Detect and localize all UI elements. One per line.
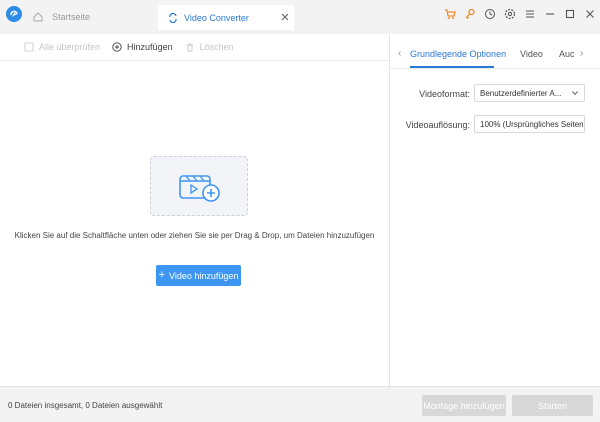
drop-zone[interactable] [150, 156, 248, 216]
tab-video-converter-label: Video Converter [184, 12, 249, 23]
key-icon[interactable] [464, 8, 476, 20]
cart-icon[interactable] [444, 8, 456, 20]
trash-icon [186, 43, 193, 52]
add-montage-button[interactable]: Montage hinzufügen [422, 395, 506, 416]
plus-icon: + [158, 269, 166, 281]
plus-circle-icon [112, 42, 122, 52]
clock-icon[interactable] [484, 8, 496, 20]
drop-hint-text: Klicken Sie auf die Schaltfläche unten o… [14, 231, 375, 240]
close-icon[interactable] [584, 8, 596, 20]
resolution-label: Videoauflösung: [405, 120, 470, 130]
maximize-icon[interactable] [564, 8, 576, 20]
tab-basic-options[interactable]: Grundlegende Optionen [410, 49, 506, 59]
videoformat-value: Benutzerdefinierter A... [480, 88, 562, 98]
menu-icon[interactable] [524, 8, 536, 20]
app-logo [6, 6, 22, 22]
minimize-icon[interactable] [544, 8, 556, 20]
checkbox-icon [24, 42, 34, 52]
close-tab-icon[interactable] [280, 12, 290, 22]
tab-home-label: Startseite [52, 12, 91, 22]
videoformat-label: Videoformat: [419, 89, 470, 99]
options-panel: ‹ Grundlegende Optionen Video Auc › Vide… [390, 34, 600, 386]
start-button[interactable]: Starten [512, 395, 593, 416]
title-bar: Startseite Video Converter [0, 0, 600, 34]
add-button[interactable]: Hinzufügen [112, 42, 173, 52]
resolution-value: 100% (Ursprüngliches Seiten [480, 119, 584, 129]
toolbar: Alle überprüfen Hinzufügen Löschen [0, 34, 389, 61]
options-tabs: ‹ Grundlegende Optionen Video Auc › [390, 44, 600, 69]
tab-home[interactable]: Startseite [28, 6, 152, 28]
tab-video[interactable]: Video [520, 49, 543, 59]
file-count-status: 0 Dateien insgesamt, 0 Dateien ausgewähl… [8, 401, 163, 410]
tab-audio[interactable]: Auc [559, 49, 575, 59]
chevron-down-icon [572, 91, 578, 96]
tabs-next-icon[interactable]: › [580, 48, 583, 59]
select-all-label: Alle überprüfen [39, 42, 101, 52]
delete-label: Löschen [199, 42, 234, 52]
add-label: Hinzufügen [127, 42, 173, 52]
tabs-prev-icon[interactable]: ‹ [398, 48, 401, 59]
videoformat-select[interactable]: Benutzerdefinierter A... [474, 84, 585, 102]
tabs-divider [390, 68, 600, 69]
gear-icon[interactable] [504, 8, 516, 20]
tab-video-converter[interactable]: Video Converter [158, 5, 294, 30]
add-video-illustration-icon [179, 175, 220, 202]
add-video-button[interactable]: + Video hinzufügen [156, 265, 241, 286]
add-video-label: Video hinzufügen [169, 270, 239, 281]
delete-button[interactable]: Löschen [185, 42, 234, 52]
status-bar: 0 Dateien insgesamt, 0 Dateien ausgewähl… [0, 386, 600, 422]
home-icon [33, 12, 43, 22]
select-all-checkbox[interactable]: Alle überprüfen [24, 42, 100, 52]
resolution-input[interactable]: 100% (Ursprüngliches Seiten [474, 115, 585, 133]
window-controls [444, 8, 596, 20]
file-list-panel: Alle überprüfen Hinzufügen Löschen Klick… [0, 34, 389, 386]
convert-icon [169, 12, 177, 23]
